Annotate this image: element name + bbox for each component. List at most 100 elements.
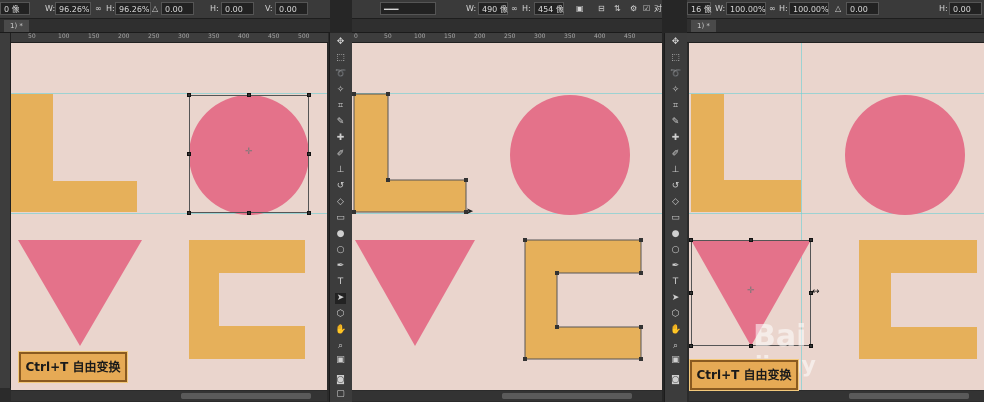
healing-brush-icon[interactable]: ✚: [670, 133, 681, 144]
transform-center-icon[interactable]: ✛: [245, 147, 253, 157]
lasso-tool-icon[interactable]: ➰: [335, 69, 346, 80]
transform-handle[interactable]: [307, 211, 311, 215]
transform-handle[interactable]: [689, 344, 693, 348]
magic-wand-icon[interactable]: ✧: [335, 85, 346, 96]
lasso-tool-icon[interactable]: ➰: [670, 69, 681, 80]
path-align-icon[interactable]: ⊟: [598, 3, 605, 15]
history-brush-icon[interactable]: ↺: [670, 181, 681, 192]
x-field[interactable]: 0 像: [0, 2, 30, 15]
dodge-tool-icon[interactable]: ○: [335, 245, 346, 256]
transform-handle[interactable]: [307, 152, 311, 156]
gradient-tool-icon[interactable]: ▭: [335, 213, 346, 224]
zoom-tool-icon[interactable]: ⌕: [335, 341, 346, 352]
transform-handle[interactable]: [749, 238, 753, 242]
width-field[interactable]: 96.26%: [55, 2, 91, 15]
circle-o[interactable]: [845, 95, 965, 215]
path-arrange-icon[interactable]: ⇅: [614, 3, 621, 15]
document-tab[interactable]: 1) *: [691, 20, 716, 32]
brush-tool-icon[interactable]: ✐: [335, 149, 346, 160]
move-tool-icon[interactable]: ✥: [670, 37, 681, 48]
transform-handle[interactable]: [247, 93, 251, 97]
guide-line[interactable]: [689, 213, 984, 214]
document-tab[interactable]: 1) *: [4, 20, 29, 32]
height-field[interactable]: 100.00%: [789, 2, 829, 15]
blur-tool-icon[interactable]: ●: [670, 229, 681, 240]
marquee-tool-icon[interactable]: ⬚: [335, 53, 346, 64]
stroke-style-field[interactable]: ━━━: [380, 2, 436, 15]
transform-center-icon[interactable]: ✛: [747, 286, 755, 296]
zoom-tool-icon[interactable]: ⌕: [670, 341, 681, 352]
gradient-tool-icon[interactable]: ▭: [670, 213, 681, 224]
pen-tool-icon[interactable]: ✒: [335, 261, 346, 272]
transform-handle[interactable]: [187, 152, 191, 156]
link-icon[interactable]: ∞: [769, 3, 776, 15]
scrollbar-thumb[interactable]: [849, 393, 969, 399]
pen-tool-icon[interactable]: ✒: [670, 261, 681, 272]
shape-tool-icon[interactable]: ⬡: [670, 309, 681, 320]
transform-handle[interactable]: [689, 238, 693, 242]
circle-o[interactable]: [510, 95, 630, 215]
color-swatches-icon[interactable]: ▣: [335, 355, 346, 369]
transform-handle[interactable]: [307, 93, 311, 97]
transform-handle[interactable]: [187, 93, 191, 97]
link-icon[interactable]: ∞: [95, 3, 102, 15]
color-swatches-icon[interactable]: ▣: [670, 355, 681, 369]
triangle-v[interactable]: [355, 240, 475, 346]
e-path-outline[interactable]: [523, 238, 645, 362]
scrollbar-thumb[interactable]: [181, 393, 311, 399]
path-ops-icon[interactable]: ▣: [576, 3, 584, 15]
transform-handle[interactable]: [247, 211, 251, 215]
angle-field[interactable]: 0.00: [161, 2, 194, 15]
gear-icon[interactable]: ⚙: [630, 3, 637, 15]
brush-tool-icon[interactable]: ✐: [670, 149, 681, 160]
transform-handle[interactable]: [809, 344, 813, 348]
marquee-tool-icon[interactable]: ⬚: [670, 53, 681, 64]
vskew-field[interactable]: 0.00: [275, 2, 308, 15]
hskew-field[interactable]: 0.00: [221, 2, 254, 15]
hskew-field[interactable]: 0.00: [949, 2, 982, 15]
guide-line[interactable]: [11, 93, 327, 94]
letter-e-bottom[interactable]: [859, 327, 977, 359]
guide-line[interactable]: [689, 93, 984, 94]
blur-tool-icon[interactable]: ●: [335, 229, 346, 240]
height-field[interactable]: 454 像: [534, 2, 564, 15]
type-tool-icon[interactable]: T: [335, 277, 346, 288]
shape-tool-icon[interactable]: ⬡: [335, 309, 346, 320]
canvas[interactable]: ➤: [352, 43, 662, 390]
letter-l-horizontal[interactable]: [11, 181, 137, 212]
healing-brush-icon[interactable]: ✚: [335, 133, 346, 144]
width-field[interactable]: 100.00%: [726, 2, 766, 15]
move-tool-icon[interactable]: ✥: [335, 37, 346, 48]
quick-mask-icon[interactable]: ◙: [670, 375, 681, 386]
link-icon[interactable]: ∞: [511, 3, 518, 15]
height-field[interactable]: 96.26%: [115, 2, 151, 15]
quick-mask-icon[interactable]: ◙: [335, 375, 346, 386]
type-tool-icon[interactable]: T: [670, 277, 681, 288]
width-field[interactable]: 490 像: [478, 2, 508, 15]
horizontal-scrollbar[interactable]: [689, 391, 984, 401]
l-path-outline[interactable]: [352, 92, 470, 216]
horizontal-scrollbar[interactable]: [352, 391, 662, 401]
crop-tool-icon[interactable]: ⌗: [670, 101, 681, 112]
horizontal-scrollbar[interactable]: [11, 391, 327, 401]
hand-tool-icon[interactable]: ✋: [335, 325, 346, 336]
eyedropper-icon[interactable]: ✎: [670, 117, 681, 128]
triangle-v[interactable]: [18, 240, 142, 346]
eraser-tool-icon[interactable]: ◇: [335, 197, 346, 208]
canvas[interactable]: ✛: [11, 43, 327, 390]
history-brush-icon[interactable]: ↺: [335, 181, 346, 192]
transform-handle[interactable]: [689, 291, 693, 295]
canvas[interactable]: ✛ ↔ Bai jingy: [689, 43, 984, 390]
angle-field[interactable]: 0.00: [846, 2, 879, 15]
magic-wand-icon[interactable]: ✧: [670, 85, 681, 96]
stamp-tool-icon[interactable]: ⊥: [335, 165, 346, 176]
path-selection-icon[interactable]: ➤: [335, 293, 346, 304]
transform-handle[interactable]: [809, 238, 813, 242]
letter-l-horizontal[interactable]: [691, 180, 801, 212]
x-field[interactable]: 16 像: [687, 2, 712, 15]
scrollbar-thumb[interactable]: [502, 393, 632, 399]
eraser-tool-icon[interactable]: ◇: [670, 197, 681, 208]
screen-mode-icon[interactable]: ▢: [335, 389, 346, 400]
letter-e-bottom[interactable]: [189, 326, 305, 359]
guide-line[interactable]: [11, 213, 327, 214]
